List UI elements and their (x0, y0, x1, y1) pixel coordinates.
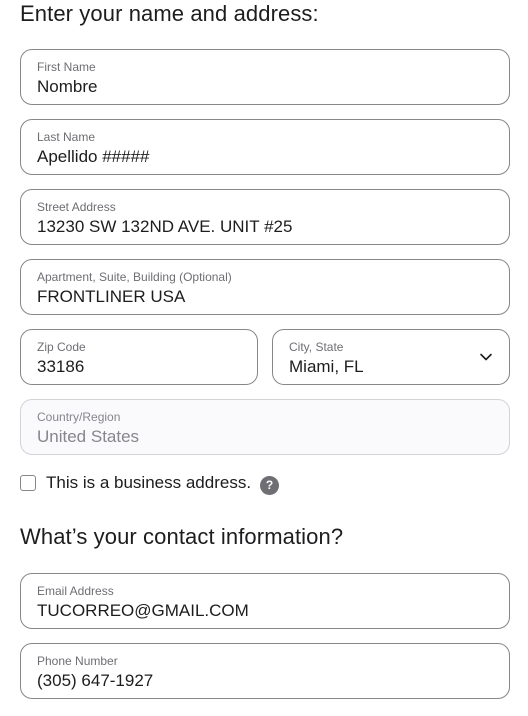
phone-field[interactable]: Phone Number (305) 647-1927 (20, 643, 510, 699)
apartment-value[interactable]: FRONTLINER USA (37, 287, 185, 307)
apartment-label: Apartment, Suite, Building (Optional) (37, 270, 232, 284)
email-field[interactable]: Email Address TUCORREO@GMAIL.COM (20, 573, 510, 629)
street-address-label: Street Address (37, 200, 116, 214)
checkout-address-form: Enter your name and address: First Name … (0, 0, 528, 716)
country-region-value: United States (37, 427, 140, 446)
address-heading: Enter your name and address: (20, 1, 319, 26)
street-address-field[interactable]: Street Address 13230 SW 132ND AVE. UNIT … (20, 189, 510, 245)
zip-code-field[interactable]: Zip Code 33186 (20, 329, 258, 385)
phone-value[interactable]: (305) 647-1927 (37, 671, 153, 691)
first-name-value[interactable]: Nombre (37, 77, 97, 97)
first-name-field[interactable]: First Name Nombre (20, 49, 510, 105)
last-name-label: Last Name (37, 130, 96, 144)
zip-code-value[interactable]: 33186 (37, 357, 84, 377)
last-name-value[interactable]: Apellido ##### (37, 147, 149, 167)
help-icon[interactable]: ? (260, 475, 280, 495)
contact-heading: What’s your contact information? (20, 524, 344, 549)
city-state-value[interactable]: Miami, FL (289, 357, 364, 377)
last-name-field[interactable]: Last Name Apellido ##### (20, 119, 510, 175)
email-value[interactable]: TUCORREO@GMAIL.COM (37, 601, 249, 621)
city-state-label: City, State (289, 340, 344, 354)
first-name-label: First Name (37, 60, 96, 74)
zip-code-label: Zip Code (37, 340, 86, 354)
email-label: Email Address (37, 584, 114, 598)
street-address-value[interactable]: 13230 SW 132ND AVE. UNIT #25 (37, 217, 292, 237)
apartment-field[interactable]: Apartment, Suite, Building (Optional) FR… (20, 259, 510, 315)
country-region-field: Country/Region United States (20, 399, 510, 455)
business-address-label[interactable]: This is a business address. (46, 473, 251, 493)
chevron-down-icon[interactable] (479, 350, 493, 364)
phone-label: Phone Number (37, 654, 118, 668)
business-address-checkbox[interactable] (20, 475, 36, 491)
business-address-option: This is a business address. ? (20, 472, 280, 495)
city-state-select[interactable]: City, State Miami, FL (272, 329, 510, 385)
country-region-label: Country/Region (37, 410, 121, 424)
